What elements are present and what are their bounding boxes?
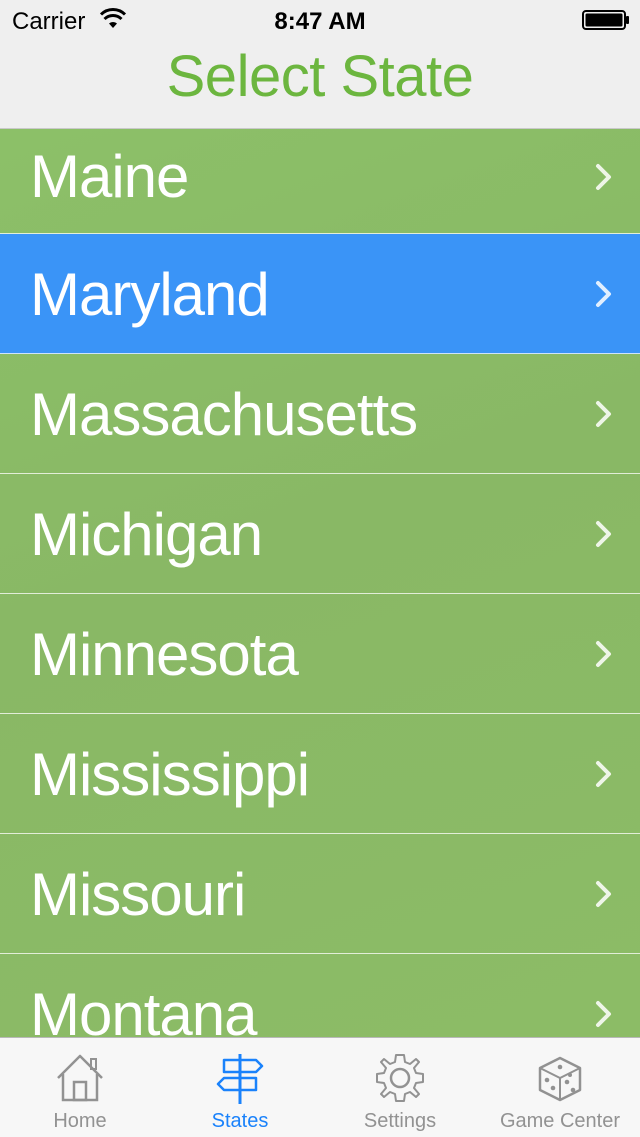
chevron-right-icon bbox=[596, 1001, 611, 1027]
list-item[interactable]: Michigan bbox=[0, 474, 640, 594]
chevron-right-icon bbox=[596, 881, 611, 907]
house-icon bbox=[52, 1050, 108, 1106]
list-item[interactable]: Minnesota bbox=[0, 594, 640, 714]
battery-icon bbox=[582, 10, 629, 30]
tab-label: Game Center bbox=[499, 1110, 621, 1132]
navigation-bar: Select State bbox=[0, 40, 640, 129]
tab-states[interactable]: States bbox=[160, 1038, 320, 1137]
state-name: Maine bbox=[30, 143, 189, 210]
state-name: Montana bbox=[30, 981, 257, 1037]
state-name: Missouri bbox=[30, 861, 246, 928]
tab-label: Settings bbox=[363, 1110, 437, 1132]
dice-icon bbox=[532, 1050, 588, 1106]
tab-label: Home bbox=[53, 1110, 107, 1132]
state-name: Maryland bbox=[30, 261, 270, 328]
state-list[interactable]: Maine Maryland Massachusetts Michigan Minnes… bbox=[0, 129, 640, 1037]
tab-settings[interactable]: Settings bbox=[320, 1038, 480, 1137]
tab-label: States bbox=[211, 1110, 269, 1132]
state-name: Minnesota bbox=[30, 621, 299, 688]
chevron-right-icon bbox=[596, 401, 611, 427]
status-bar: Carrier 8:47 AM bbox=[0, 0, 640, 40]
state-name: Michigan bbox=[30, 501, 263, 568]
chevron-right-icon bbox=[596, 761, 611, 787]
chevron-right-icon bbox=[596, 164, 611, 190]
state-name: Mississippi bbox=[30, 741, 310, 808]
tab-bar: Home States Settings Game Center bbox=[0, 1037, 640, 1137]
status-time: 8:47 AM bbox=[274, 8, 366, 35]
list-item[interactable]: Maine bbox=[0, 129, 640, 234]
list-item[interactable]: Maryland bbox=[0, 234, 640, 354]
list-item[interactable]: Missouri bbox=[0, 834, 640, 954]
tab-game-center[interactable]: Game Center bbox=[480, 1038, 640, 1137]
chevron-right-icon bbox=[596, 281, 611, 307]
list-item[interactable]: Montana bbox=[0, 954, 640, 1037]
list-item[interactable]: Mississippi bbox=[0, 714, 640, 834]
page-title: Select State bbox=[166, 44, 474, 109]
list-item[interactable]: Massachusetts bbox=[0, 354, 640, 474]
chevron-right-icon bbox=[596, 641, 611, 667]
signpost-icon bbox=[212, 1050, 268, 1106]
tab-home[interactable]: Home bbox=[0, 1038, 160, 1137]
chevron-right-icon bbox=[596, 521, 611, 547]
state-name: Massachusetts bbox=[30, 381, 418, 448]
gear-icon bbox=[372, 1050, 428, 1106]
